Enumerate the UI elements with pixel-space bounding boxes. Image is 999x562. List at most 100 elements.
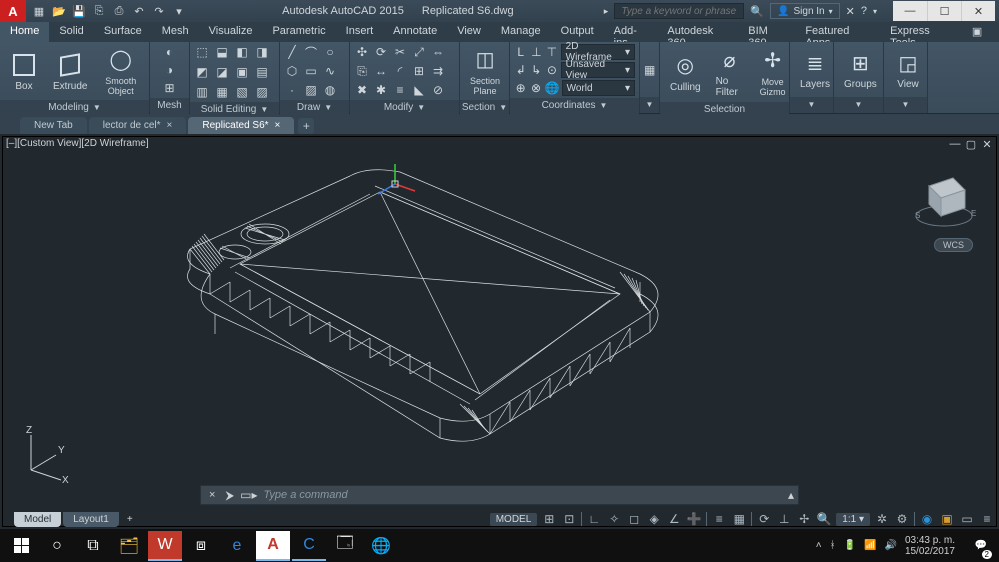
se-4-icon[interactable]: ◨ xyxy=(254,44,270,60)
draw-arc-icon[interactable]: ⌒ xyxy=(303,44,319,60)
new-tab-button[interactable]: + xyxy=(298,118,314,134)
section-plane-button[interactable]: ◫Section Plane xyxy=(464,44,506,98)
file-tab[interactable]: lector de cel*× xyxy=(89,117,187,134)
gizmo-button[interactable]: ✢Move Gizmo xyxy=(753,45,793,99)
tray-up-icon[interactable]: ˄ xyxy=(816,540,822,551)
layout-tab-model[interactable]: Model xyxy=(14,512,61,527)
close-icon[interactable]: × xyxy=(275,120,281,131)
tab-manage[interactable]: Manage xyxy=(491,22,551,42)
status-workspace-icon[interactable]: ⚙ xyxy=(894,511,910,527)
se-3-icon[interactable]: ◧ xyxy=(234,44,250,60)
status-polar-icon[interactable]: ✧ xyxy=(606,511,622,527)
mod-scale-icon[interactable]: ⤢ xyxy=(411,44,427,60)
status-annoscale-icon[interactable]: 🔍 xyxy=(816,511,832,527)
extrude-button[interactable]: Extrude xyxy=(47,49,93,94)
layers-button[interactable]: ≣Layers xyxy=(794,47,836,92)
tab-mesh[interactable]: Mesh xyxy=(152,22,199,42)
coord-2-icon[interactable]: ⊥ xyxy=(530,44,544,60)
smooth-button[interactable]: ◯ Smooth Object xyxy=(96,44,145,98)
status-isolate-icon[interactable]: ▣ xyxy=(939,511,955,527)
panel-view2-title[interactable]: ▼ xyxy=(640,97,659,113)
app-logo[interactable]: A xyxy=(0,0,26,22)
start-button[interactable] xyxy=(4,531,38,561)
help-search-input[interactable] xyxy=(614,3,744,19)
status-osnap-icon[interactable]: ◻ xyxy=(626,511,642,527)
mod-offset-icon[interactable]: ⇉ xyxy=(430,63,446,79)
status-mode[interactable]: MODEL xyxy=(490,513,538,526)
view-extra-icon[interactable]: ▦ xyxy=(644,62,655,78)
status-custom-icon[interactable]: ≡ xyxy=(979,511,995,527)
status-otrack-icon[interactable]: ∠ xyxy=(666,511,682,527)
mod-move-icon[interactable]: ✣ xyxy=(354,44,370,60)
panel-view-title[interactable]: ▼ xyxy=(884,97,927,113)
panel-coordinates-title[interactable]: Coordinates▼ xyxy=(510,98,639,114)
command-line[interactable]: × ⮞ ▭▸ Type a command ▴ xyxy=(200,485,799,505)
qat-save-icon[interactable]: 💾 xyxy=(72,4,86,18)
culling-button[interactable]: ◎Culling xyxy=(664,50,707,95)
mod-fillet-icon[interactable]: ◜ xyxy=(392,63,408,79)
cmd-history-icon[interactable]: ⮞ xyxy=(225,488,234,503)
visual-style-select[interactable]: 2D Wireframe▾ xyxy=(561,44,635,60)
tab-a360[interactable]: Autodesk 360 xyxy=(657,22,738,42)
drawing-viewport[interactable]: [–][Custom View][2D Wireframe] — ▢ ✕ xyxy=(0,134,999,529)
tb-edge-icon[interactable]: e xyxy=(220,531,254,561)
mod-chamfer-icon[interactable]: ◣ xyxy=(411,82,427,98)
coord-4-icon[interactable]: ↲ xyxy=(514,62,528,78)
viewcube[interactable]: S E xyxy=(909,164,979,234)
tb-dropbox-icon[interactable]: ⧈ xyxy=(184,531,218,561)
status-clean-icon[interactable]: ▭ xyxy=(959,511,975,527)
draw-line-icon[interactable]: ╱ xyxy=(284,44,300,60)
tb-autocad-icon[interactable]: A xyxy=(256,531,290,561)
taskview-button[interactable]: ⧉ xyxy=(76,531,110,561)
vp-close-icon[interactable]: ✕ xyxy=(981,138,993,150)
mesh-tool-2-icon[interactable]: ◑ xyxy=(162,62,178,78)
draw-rect-icon[interactable]: ▭ xyxy=(303,63,319,79)
vp-restore-icon[interactable]: ▢ xyxy=(965,138,977,150)
help-icon[interactable]: ? xyxy=(861,5,867,17)
panel-layers-title[interactable]: ▼ xyxy=(790,97,833,113)
tab-express[interactable]: Express Tools xyxy=(880,22,962,42)
layout-tab-layout1[interactable]: Layout1 xyxy=(63,512,119,527)
wcs-badge[interactable]: WCS xyxy=(934,238,973,252)
cmd-close-icon[interactable]: × xyxy=(205,489,219,501)
se-2-icon[interactable]: ⬓ xyxy=(214,44,230,60)
close-button[interactable]: ✕ xyxy=(961,1,995,21)
search-icon[interactable]: 🔍 xyxy=(750,5,764,18)
qat-more-icon[interactable]: ▾ xyxy=(172,4,186,18)
tray-battery-icon[interactable]: 🔋 xyxy=(844,540,856,551)
box-button[interactable]: Box xyxy=(4,49,44,94)
tb-app3-icon[interactable]: 🗔 xyxy=(328,531,362,561)
qat-new-icon[interactable]: ▦ xyxy=(32,4,46,18)
status-ortho-icon[interactable]: ∟ xyxy=(586,511,602,527)
qat-undo-icon[interactable]: ↶ xyxy=(132,4,146,18)
status-annovis-icon[interactable]: ✲ xyxy=(874,511,890,527)
close-icon[interactable]: × xyxy=(167,120,173,131)
minimize-button[interactable]: — xyxy=(893,1,927,21)
mesh-tool-1-icon[interactable]: ◐ xyxy=(162,44,178,60)
mod-align-icon[interactable]: ≡ xyxy=(392,82,408,98)
tab-visualize[interactable]: Visualize xyxy=(199,22,263,42)
file-tab[interactable]: New Tab xyxy=(20,117,87,134)
se-7-icon[interactable]: ▣ xyxy=(234,64,250,80)
tab-insert[interactable]: Insert xyxy=(336,22,384,42)
coord-3-icon[interactable]: ⊤ xyxy=(545,44,559,60)
coord-1-icon[interactable]: L xyxy=(514,44,528,60)
tab-output[interactable]: Output xyxy=(551,22,604,42)
mod-trim-icon[interactable]: ✂ xyxy=(392,44,408,60)
tray-volume-icon[interactable]: 🔊 xyxy=(884,540,896,551)
se-8-icon[interactable]: ▤ xyxy=(254,64,270,80)
draw-poly-icon[interactable]: ⬡ xyxy=(284,63,300,79)
ucs-select[interactable]: World▾ xyxy=(562,80,635,96)
nofilter-button[interactable]: ⌀No Filter xyxy=(710,44,750,100)
layout-add-button[interactable]: + xyxy=(121,512,139,527)
coord-5-icon[interactable]: ↳ xyxy=(530,62,544,78)
cortana-button[interactable]: ○ xyxy=(40,531,74,561)
mod-array-icon[interactable]: ⊞ xyxy=(411,63,427,79)
se-5-icon[interactable]: ◩ xyxy=(194,64,210,80)
status-3dosnap-icon[interactable]: ◈ xyxy=(646,511,662,527)
status-scale[interactable]: 1:1 ▾ xyxy=(836,513,870,526)
panel-mesh-title[interactable]: Mesh xyxy=(150,98,189,114)
cmd-expand-icon[interactable]: ▴ xyxy=(788,488,794,502)
qat-saveas-icon[interactable]: ⎘ xyxy=(92,4,106,18)
se-10-icon[interactable]: ▦ xyxy=(214,84,230,100)
